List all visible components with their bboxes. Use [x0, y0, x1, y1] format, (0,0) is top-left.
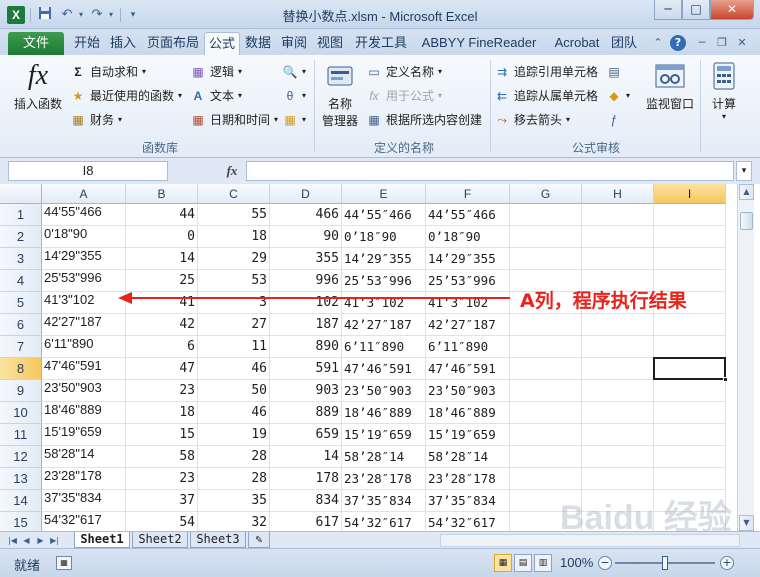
zoom-slider-thumb[interactable]	[662, 556, 668, 570]
page-break-view-icon[interactable]: ▥	[534, 554, 552, 572]
sheet-tab-bar: |◀ ◀ ▶ ▶| Sheet1 Sheet2 Sheet3 ✎	[0, 531, 760, 548]
first-sheet-icon[interactable]: |◀	[6, 534, 19, 547]
zoom-level[interactable]: 100%	[560, 555, 593, 570]
sheet-tab[interactable]: Sheet3	[190, 532, 246, 548]
normal-view-icon[interactable]: ▦	[494, 554, 512, 572]
zoom-in-icon[interactable]: +	[720, 556, 734, 570]
annotation-text: A列，程序执行结果	[520, 290, 687, 312]
zoom-out-icon[interactable]: −	[598, 556, 612, 570]
insert-sheet-icon[interactable]: ✎	[248, 532, 270, 548]
page-layout-view-icon[interactable]: ▤	[514, 554, 532, 572]
horizontal-scrollbar[interactable]	[440, 534, 740, 547]
last-sheet-icon[interactable]: ▶|	[48, 534, 61, 547]
sheet-tab[interactable]: Sheet2	[132, 532, 188, 548]
sheet-tab[interactable]: Sheet1	[74, 532, 130, 548]
next-sheet-icon[interactable]: ▶	[34, 534, 47, 547]
status-bar: 就绪 ▦ ▦ ▤ ▥ 100% − +	[0, 548, 760, 577]
macro-record-icon[interactable]: ▦	[56, 556, 72, 570]
prev-sheet-icon[interactable]: ◀	[20, 534, 33, 547]
status-ready: 就绪	[14, 558, 41, 573]
